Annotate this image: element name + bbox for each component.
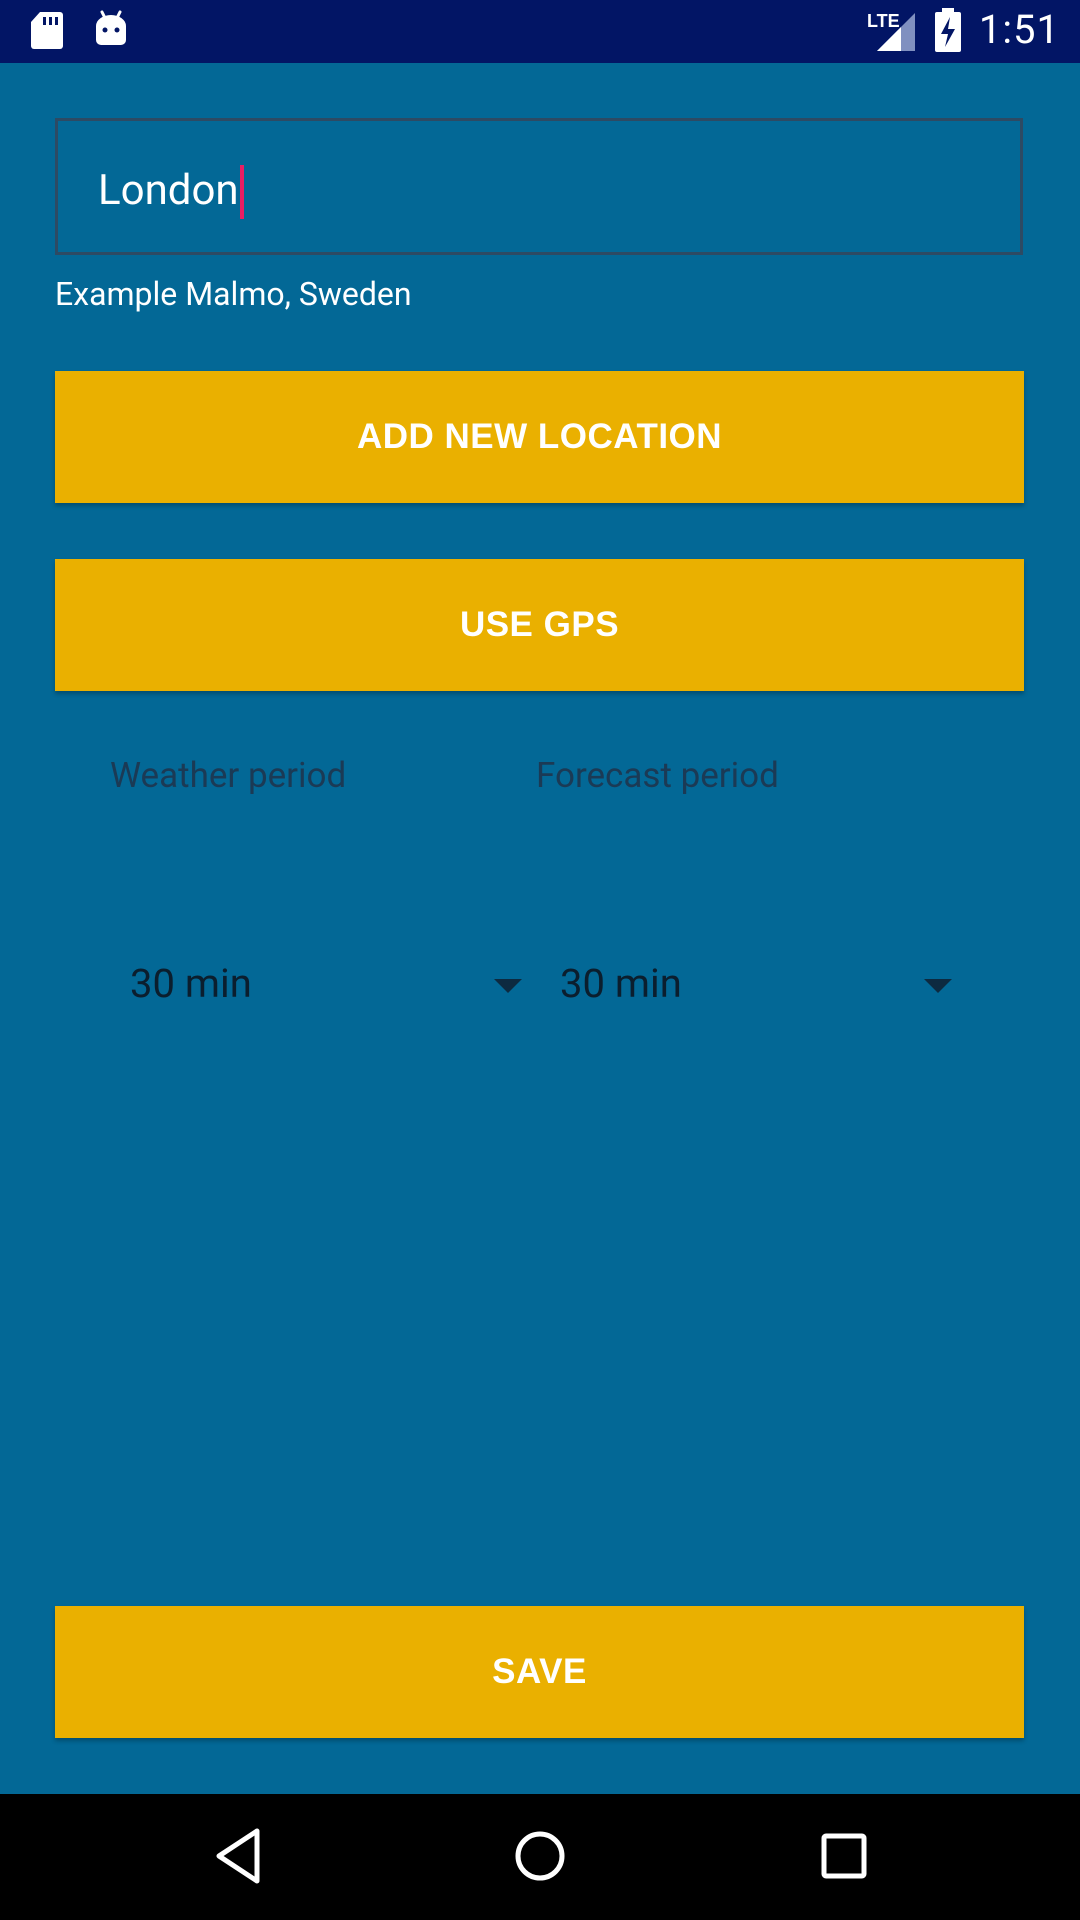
- android-icon: [96, 10, 126, 45]
- status-time: 1:51: [978, 6, 1060, 53]
- back-icon[interactable]: [213, 1827, 263, 1885]
- dropdown-arrow-icon: [924, 979, 952, 993]
- network-type-label: LTE: [867, 11, 900, 31]
- forecast-period-dropdown[interactable]: 30 min: [560, 943, 960, 1023]
- signal-icon: LTE: [867, 11, 915, 51]
- battery-charging-icon: [934, 7, 961, 52]
- sd-card-icon: [31, 12, 63, 49]
- save-button[interactable]: SAVE: [55, 1606, 1024, 1738]
- location-text: London: [98, 166, 239, 215]
- dropdown-arrow-icon: [494, 979, 522, 993]
- status-bar: LTE 1:51: [0, 0, 1080, 63]
- weather-period-value: 30 min: [130, 959, 252, 1007]
- home-icon[interactable]: [514, 1827, 566, 1885]
- location-hint: Example Malmo, Sweden: [55, 275, 412, 313]
- settings-screen: London Example Malmo, Sweden ADD NEW LOC…: [0, 63, 1080, 1794]
- forecast-period-value: 30 min: [560, 959, 682, 1007]
- navigation-bar: [0, 1794, 1080, 1920]
- status-bar-left: [30, 10, 128, 50]
- text-caret: [239, 165, 244, 219]
- weather-period-label: Weather period: [110, 755, 347, 796]
- recent-apps-icon[interactable]: [820, 1827, 868, 1885]
- status-bar-right: LTE 1:51: [867, 6, 1060, 53]
- use-gps-button[interactable]: USE GPS: [55, 559, 1024, 691]
- location-input-value[interactable]: London: [98, 163, 244, 219]
- weather-period-dropdown[interactable]: 30 min: [130, 943, 530, 1023]
- forecast-period-label: Forecast period: [536, 755, 779, 796]
- location-input[interactable]: London: [55, 118, 1023, 255]
- add-new-location-button[interactable]: ADD NEW LOCATION: [55, 371, 1024, 503]
